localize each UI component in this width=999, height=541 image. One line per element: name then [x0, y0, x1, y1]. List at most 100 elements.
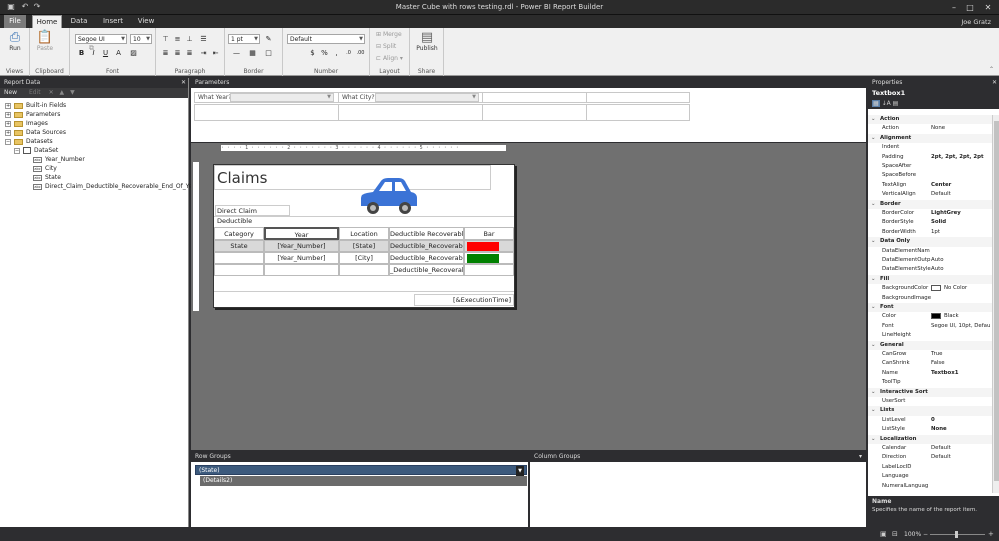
property-row[interactable]: Calendar Default: [868, 444, 992, 453]
align-left-icon[interactable]: ≣: [160, 48, 171, 59]
property-row[interactable]: Language: [868, 472, 992, 481]
delete-icon[interactable]: ✕: [49, 89, 54, 96]
property-value[interactable]: Default: [931, 445, 951, 451]
property-value-cell[interactable]: 2pt, 2pt, 2pt, 2pt: [931, 153, 984, 162]
row-group-state[interactable]: (State) ▼: [195, 465, 527, 476]
param-slot[interactable]: [586, 92, 690, 103]
cell-deductible[interactable]: Deductible_Recoverable_: [389, 252, 464, 264]
font-name-select[interactable]: Segoe UI ▼: [75, 34, 127, 44]
property-row[interactable]: BorderStyle Solid: [868, 218, 992, 227]
zoom-out-button[interactable]: −: [923, 531, 928, 538]
property-row[interactable]: ToolTip: [868, 378, 992, 387]
property-value[interactable]: Textbox1: [931, 370, 958, 376]
property-category[interactable]: ⌄ Action: [868, 115, 992, 125]
comma-icon[interactable]: ,: [331, 48, 342, 59]
property-value[interactable]: Auto: [931, 257, 944, 263]
property-value[interactable]: 1pt: [931, 229, 940, 235]
field-city[interactable]: abc City: [33, 164, 57, 173]
header-location[interactable]: Location: [339, 227, 389, 240]
indent-icon[interactable]: ⇥: [198, 48, 209, 59]
cell-empty[interactable]: [264, 264, 339, 276]
collapse-icon[interactable]: ⌄: [871, 134, 876, 143]
param-slot[interactable]: [194, 104, 339, 121]
cell-deductible-total[interactable]: _Deductible_Recoverab: [389, 264, 464, 276]
expand-icon[interactable]: +: [5, 129, 11, 136]
property-value-cell[interactable]: Segoe UI, 10pt, Defau: [931, 322, 990, 331]
property-value-cell[interactable]: None: [931, 124, 945, 133]
publish-button[interactable]: ▤ Publish: [414, 31, 440, 53]
property-value[interactable]: True: [931, 351, 942, 357]
property-value-cell[interactable]: Textbox1: [931, 369, 958, 378]
property-value[interactable]: Auto: [931, 266, 944, 272]
property-row[interactable]: SpaceAfter: [868, 162, 992, 171]
report-title[interactable]: Claims: [214, 165, 491, 190]
tab-data[interactable]: Data: [66, 15, 92, 28]
property-value-cell[interactable]: Auto: [931, 256, 944, 265]
property-value[interactable]: LightGrey: [931, 210, 961, 216]
property-pages-icon[interactable]: ▤: [893, 100, 899, 107]
font-size-select[interactable]: 10 ▼: [130, 34, 152, 44]
param-slot[interactable]: [482, 104, 587, 121]
minimize-icon[interactable]: –: [948, 2, 960, 13]
row-group-details[interactable]: (Details2): [200, 476, 527, 486]
cell-deductible[interactable]: Deductible_Recoverable_: [389, 240, 464, 252]
property-value[interactable]: Solid: [931, 219, 946, 225]
property-value-cell[interactable]: LightGrey: [931, 209, 961, 218]
border-color-icon[interactable]: ✎: [263, 34, 274, 45]
property-row[interactable]: DataElementStyle Auto: [868, 265, 992, 274]
property-row[interactable]: ListLevel 0: [868, 416, 992, 425]
cell-year[interactable]: [Year_Number]: [264, 252, 339, 264]
report-body[interactable]: Claims Direct Claim Deductible Category …: [213, 164, 515, 308]
property-row[interactable]: BackgroundImage: [868, 294, 992, 303]
close-properties-icon[interactable]: ✕: [992, 78, 997, 88]
param-slot[interactable]: [482, 92, 587, 103]
tab-insert[interactable]: Insert: [100, 15, 126, 28]
italic-button[interactable]: I: [88, 48, 99, 59]
report-subtitle[interactable]: Direct Claim Deductible: [215, 205, 290, 225]
tree-item-parameters[interactable]: + Parameters: [5, 110, 60, 119]
align-middle-icon[interactable]: ≡: [172, 34, 183, 45]
property-row[interactable]: BackgroundColor No Color: [868, 284, 992, 293]
collapse-icon[interactable]: ⌄: [871, 275, 876, 284]
property-value-cell[interactable]: None: [931, 425, 947, 434]
edit-button[interactable]: Edit: [29, 89, 41, 96]
tab-view[interactable]: View: [134, 15, 158, 28]
categorized-icon[interactable]: ▦: [872, 100, 880, 107]
property-row[interactable]: CanShrink False: [868, 359, 992, 368]
currency-icon[interactable]: $: [307, 48, 318, 59]
property-row[interactable]: Action None: [868, 124, 992, 133]
property-value-cell[interactable]: True: [931, 350, 942, 359]
property-row[interactable]: DataElementNam: [868, 247, 992, 256]
collapse-icon[interactable]: ⌄: [871, 406, 876, 415]
property-category[interactable]: ⌄ Localization: [868, 434, 992, 444]
property-value[interactable]: Default: [931, 191, 951, 197]
border-width-select[interactable]: 1 pt ▼: [228, 34, 260, 44]
zoom-in-button[interactable]: +: [988, 530, 994, 538]
field-state[interactable]: abc State: [33, 173, 61, 182]
align-button[interactable]: ⊏ Align ▾: [376, 55, 403, 62]
expand-icon[interactable]: +: [5, 120, 11, 127]
property-row[interactable]: Indent: [868, 143, 992, 152]
close-panel-icon[interactable]: ✕: [181, 78, 186, 88]
merge-button[interactable]: ⊞ Merge: [376, 31, 402, 38]
border-style-icon[interactable]: —: [231, 48, 242, 59]
property-category[interactable]: ⌄ Fill: [868, 274, 992, 285]
cell-empty[interactable]: [464, 264, 514, 276]
border-sides-icon[interactable]: ▦: [247, 48, 258, 59]
what-year-dropdown[interactable]: ▼: [230, 93, 334, 102]
property-value[interactable]: None: [931, 125, 945, 131]
property-value[interactable]: Black: [944, 313, 959, 319]
cell-year[interactable]: [Year_Number]: [264, 240, 339, 252]
close-icon[interactable]: ✕: [982, 2, 994, 13]
percent-icon[interactable]: %: [319, 48, 330, 59]
property-value[interactable]: Default: [931, 454, 951, 460]
decrease-decimal-icon[interactable]: .00: [355, 48, 366, 59]
collapse-icon[interactable]: ⌄: [871, 237, 876, 246]
tree-item-datasets[interactable]: − Datasets: [5, 137, 53, 146]
cell-bar[interactable]: [464, 252, 514, 264]
collapse-icon[interactable]: ⌄: [871, 341, 876, 350]
property-row[interactable]: Color Black: [868, 312, 992, 321]
header-deductible[interactable]: Deductible Recoverable: [389, 227, 464, 240]
tree-item-built-in-fields[interactable]: + Built-in Fields: [5, 101, 66, 110]
tree-item-data-sources[interactable]: + Data Sources: [5, 128, 66, 137]
